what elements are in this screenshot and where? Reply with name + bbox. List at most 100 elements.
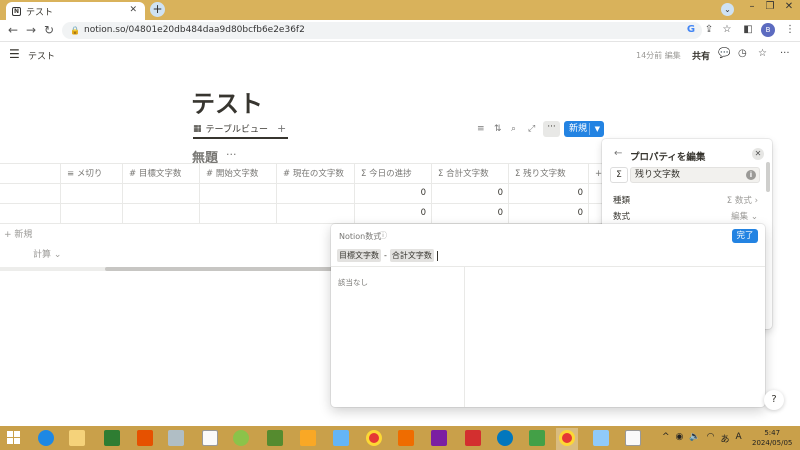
breadcrumb[interactable]: テスト: [28, 49, 55, 62]
frog-app-icon[interactable]: [233, 430, 249, 446]
tray-overflow-icon[interactable]: ^: [662, 432, 670, 445]
restore-icon[interactable]: ❐: [763, 1, 777, 12]
browser-tab[interactable]: N テスト ✕: [6, 2, 145, 20]
ime-mode-icon[interactable]: A: [736, 432, 742, 445]
screenshot-app-icon[interactable]: [593, 430, 609, 446]
table-cell[interactable]: [200, 204, 277, 223]
powerpoint-icon[interactable]: [137, 430, 153, 446]
chrome-active-icon[interactable]: [559, 430, 575, 446]
tab-search-chevron-icon[interactable]: ⌄: [721, 3, 734, 16]
table-cell[interactable]: [277, 204, 355, 223]
mail-app-icon[interactable]: [333, 430, 349, 446]
close-icon[interactable]: ✕: [752, 148, 764, 160]
table-cell[interactable]: 0: [509, 184, 589, 203]
add-row-button[interactable]: + 新規: [4, 227, 32, 240]
column-header-current[interactable]: # 現在の文字数: [277, 164, 355, 184]
table-cell[interactable]: [0, 204, 61, 223]
more-options-icon[interactable]: ···: [780, 48, 790, 59]
column-header-memo-cut[interactable]: ≡: [0, 164, 61, 184]
tool-app-icon[interactable]: [398, 430, 414, 446]
table-cell[interactable]: 0: [355, 184, 432, 203]
formula-input[interactable]: 目標文字数 - 合計文字数: [337, 249, 438, 262]
favorite-star-icon[interactable]: ☆: [758, 48, 767, 59]
toolbox-app-icon[interactable]: [168, 430, 184, 446]
formula-token[interactable]: 目標文字数: [337, 249, 381, 262]
table-cell[interactable]: 0: [432, 204, 509, 223]
window-close-icon[interactable]: ✕: [782, 1, 796, 12]
red-app-icon[interactable]: [465, 430, 481, 446]
column-header-deadline[interactable]: ≡ メ切り: [61, 164, 123, 184]
taskbar-clock[interactable]: 5:47 2024/05/05: [752, 428, 792, 448]
share-button[interactable]: 共有: [692, 49, 710, 62]
notepad-icon[interactable]: [625, 430, 641, 446]
volume-icon[interactable]: 🔈: [689, 432, 700, 445]
search-icon[interactable]: ⌕: [511, 124, 516, 134]
sort-icon[interactable]: ⇅: [494, 124, 502, 134]
property-name-input[interactable]: 残り文字数: [630, 167, 760, 183]
panel-scrollbar[interactable]: [766, 162, 770, 192]
table-cell[interactable]: [61, 184, 123, 203]
help-question-icon[interactable]: ?: [764, 390, 784, 410]
expand-icon[interactable]: ⤢: [528, 124, 535, 134]
updates-clock-icon[interactable]: ◷: [738, 48, 747, 59]
formula-type-icon[interactable]: Σ: [610, 167, 628, 183]
windows-start-icon[interactable]: [7, 431, 21, 445]
database-options-icon[interactable]: ···: [226, 148, 237, 161]
internet-explorer-icon[interactable]: [38, 430, 54, 446]
address-bar[interactable]: 🔒 notion.so/04801e20db484daa9d80bcfb6e2e…: [62, 22, 702, 39]
add-view-icon[interactable]: +: [277, 122, 286, 135]
table-cell[interactable]: [61, 204, 123, 223]
tab-close-icon[interactable]: ✕: [129, 5, 137, 15]
new-entry-button[interactable]: 新規 ▼: [564, 121, 604, 137]
table-cell[interactable]: [123, 184, 200, 203]
help-circle-icon[interactable]: ⓘ: [379, 230, 387, 241]
column-header-total[interactable]: Σ 合計文字数: [432, 164, 509, 184]
reload-icon[interactable]: ↻: [44, 23, 54, 37]
side-panel-icon[interactable]: ◧: [741, 24, 755, 35]
page-title[interactable]: テスト: [191, 84, 263, 119]
table-row[interactable]: 0 0 0: [0, 204, 610, 224]
ime-indicator[interactable]: あ: [720, 432, 729, 445]
column-header-today[interactable]: Σ 今日の進捗: [355, 164, 432, 184]
sidebar-menu-icon[interactable]: ☰: [9, 48, 20, 60]
column-header-start[interactable]: # 開始文字数: [200, 164, 277, 184]
forward-icon[interactable]: →: [26, 23, 36, 37]
info-icon[interactable]: i: [746, 170, 756, 180]
share-page-icon[interactable]: ⇪: [702, 24, 716, 35]
edge-icon[interactable]: [497, 430, 513, 446]
excel-icon[interactable]: [104, 430, 120, 446]
tab-table-view[interactable]: テーブルビュー: [206, 122, 268, 135]
google-translate-icon[interactable]: G: [684, 24, 698, 35]
formula-token[interactable]: 合計文字数: [389, 249, 434, 262]
minimize-icon[interactable]: –: [745, 1, 759, 12]
back-arrow-icon[interactable]: ←: [614, 148, 622, 159]
table-cell[interactable]: [123, 204, 200, 223]
table-cell[interactable]: 0: [432, 184, 509, 203]
table-row[interactable]: 0 0 0: [0, 184, 610, 204]
table-cell[interactable]: [0, 184, 61, 203]
table-cell[interactable]: [200, 184, 277, 203]
back-icon[interactable]: ←: [8, 23, 18, 37]
column-header-remaining[interactable]: Σ 残り文字数: [509, 164, 589, 184]
view-more-button[interactable]: ···: [543, 121, 560, 137]
filter-icon[interactable]: ≡: [477, 124, 485, 134]
bookmark-star-icon[interactable]: ☆: [720, 24, 734, 35]
browser-menu-icon[interactable]: ⋮: [783, 24, 797, 35]
table-cell[interactable]: 0: [509, 204, 589, 223]
column-header-target[interactable]: # 目標文字数: [123, 164, 200, 184]
file-explorer-icon[interactable]: [69, 430, 85, 446]
outlook-icon[interactable]: [300, 430, 316, 446]
table-cell[interactable]: [277, 184, 355, 203]
new-tab-button[interactable]: +: [150, 2, 165, 17]
document-app-icon[interactable]: [202, 430, 218, 446]
formula-edit-link[interactable]: 編集 ⌄: [731, 210, 758, 222]
chevron-down-icon[interactable]: ▼: [595, 121, 600, 137]
wifi-icon[interactable]: ◠: [707, 432, 715, 445]
ffftp-icon[interactable]: [267, 430, 283, 446]
calculate-button[interactable]: 計算 ⌄: [33, 247, 61, 260]
onenote-icon[interactable]: [431, 430, 447, 446]
chrome-icon[interactable]: [366, 430, 382, 446]
done-button[interactable]: 完了: [732, 229, 758, 243]
excel-file-icon[interactable]: [529, 430, 545, 446]
comments-icon[interactable]: 💬: [718, 48, 730, 59]
